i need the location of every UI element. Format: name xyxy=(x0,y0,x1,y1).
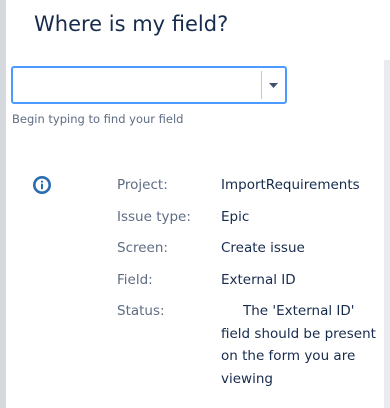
issue-type-label: Issue type: xyxy=(117,209,191,225)
field-search-select[interactable] xyxy=(11,66,287,104)
project-value: ImportRequirements xyxy=(221,177,360,193)
dialog-title: Where is my field? xyxy=(34,12,229,36)
dropdown-toggle-button[interactable] xyxy=(262,68,285,102)
status-label: Status: xyxy=(117,303,165,319)
project-label: Project: xyxy=(117,177,168,193)
background-panel-right xyxy=(384,60,390,408)
where-is-my-field-dialog: Where is my field? Begin typing to find … xyxy=(6,0,384,408)
info-icon xyxy=(32,175,52,195)
field-search-input[interactable] xyxy=(13,68,261,102)
field-value: External ID xyxy=(221,272,296,288)
screen-value: Create issue xyxy=(221,240,305,256)
chevron-down-icon xyxy=(269,83,278,88)
status-value: The 'External ID' field should be presen… xyxy=(221,303,376,387)
screen-label: Screen: xyxy=(117,240,168,256)
search-hint: Begin typing to find your field xyxy=(12,112,184,126)
issue-type-value: Epic xyxy=(221,209,250,225)
field-label: Field: xyxy=(117,272,153,288)
